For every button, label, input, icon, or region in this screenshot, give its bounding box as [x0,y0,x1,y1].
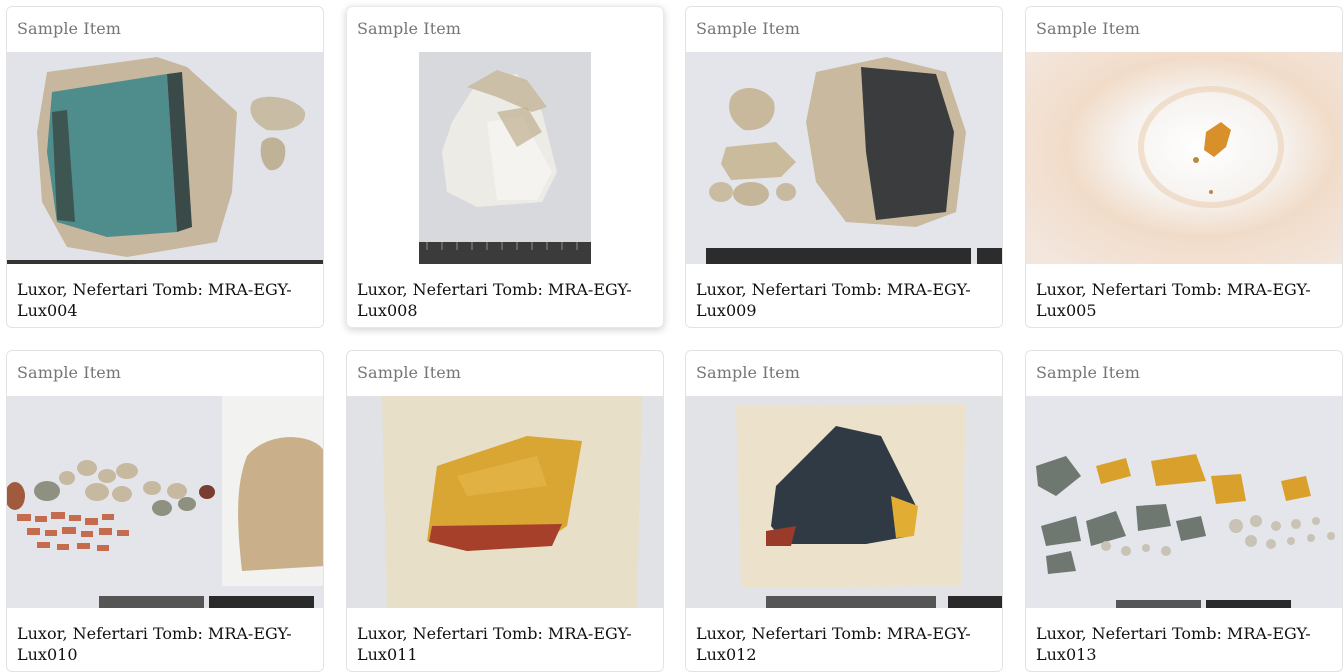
sample-photo-orange-speck[interactable] [1026,52,1342,264]
sample-card[interactable]: Sample Item Luxor, Nefertari Tomb: MRA-E… [346,350,664,672]
sample-photo-white-crystal[interactable] [347,52,663,264]
card-label: Sample Item [1036,19,1141,38]
sample-card[interactable]: Sample Item Luxor, Nefertari Tomb: MRA-E… [685,350,1003,672]
sample-photo-yellow-on-cloth[interactable] [347,396,663,608]
card-title: Luxor, Nefertari Tomb: MRA-EGY- Lux009 [696,280,971,320]
card-label: Sample Item [17,363,122,382]
card-title: Luxor, Nefertari Tomb: MRA-EGY- Lux011 [357,624,632,664]
sample-card[interactable]: Sample Item Luxor, Nefertari Tomb: MRA-E… [346,6,664,328]
card-label: Sample Item [17,19,122,38]
card-label: Sample Item [1036,363,1141,382]
sample-card[interactable]: Sample Item Luxor, Nefertari Tomb: MRA-E… [1025,6,1343,328]
card-title: Luxor, Nefertari Tomb: MRA-EGY- Lux012 [696,624,971,664]
sample-card[interactable]: Sample Item Luxor, Nefertari Tomb: MRA-E… [685,6,1003,328]
card-label: Sample Item [357,19,462,38]
card-title: Luxor, Nefertari Tomb: MRA-EGY- Lux005 [1036,280,1311,320]
card-label: Sample Item [357,363,462,382]
sample-grid: Sample Item Luxor, Nefertari Tomb: MRA-E… [6,6,1344,672]
sample-photo-many-fragments[interactable] [1026,396,1342,608]
card-label: Sample Item [696,19,801,38]
card-title: Luxor, Nefertari Tomb: MRA-EGY- Lux004 [17,280,292,320]
sample-photo-pebbles[interactable] [7,396,323,608]
sample-photo-black-fragment[interactable] [686,52,1002,264]
card-label: Sample Item [696,363,801,382]
sample-card[interactable]: Sample Item Luxor, Nefertari Tomb: MRA-E… [6,6,324,328]
sample-card[interactable]: Sample Item Luxor, Nefertari Tomb: MRA-E… [1025,350,1343,672]
sample-photo-dark-on-cloth[interactable] [686,396,1002,608]
card-title: Luxor, Nefertari Tomb: MRA-EGY- Lux013 [1036,624,1311,664]
sample-photo-blue-fragment[interactable] [7,52,323,264]
sample-card[interactable]: Sample Item Luxor, Nefertari Tomb: MRA-E… [6,350,324,672]
card-title: Luxor, Nefertari Tomb: MRA-EGY- Lux008 [357,280,632,320]
card-title: Luxor, Nefertari Tomb: MRA-EGY- Lux010 [17,624,292,664]
